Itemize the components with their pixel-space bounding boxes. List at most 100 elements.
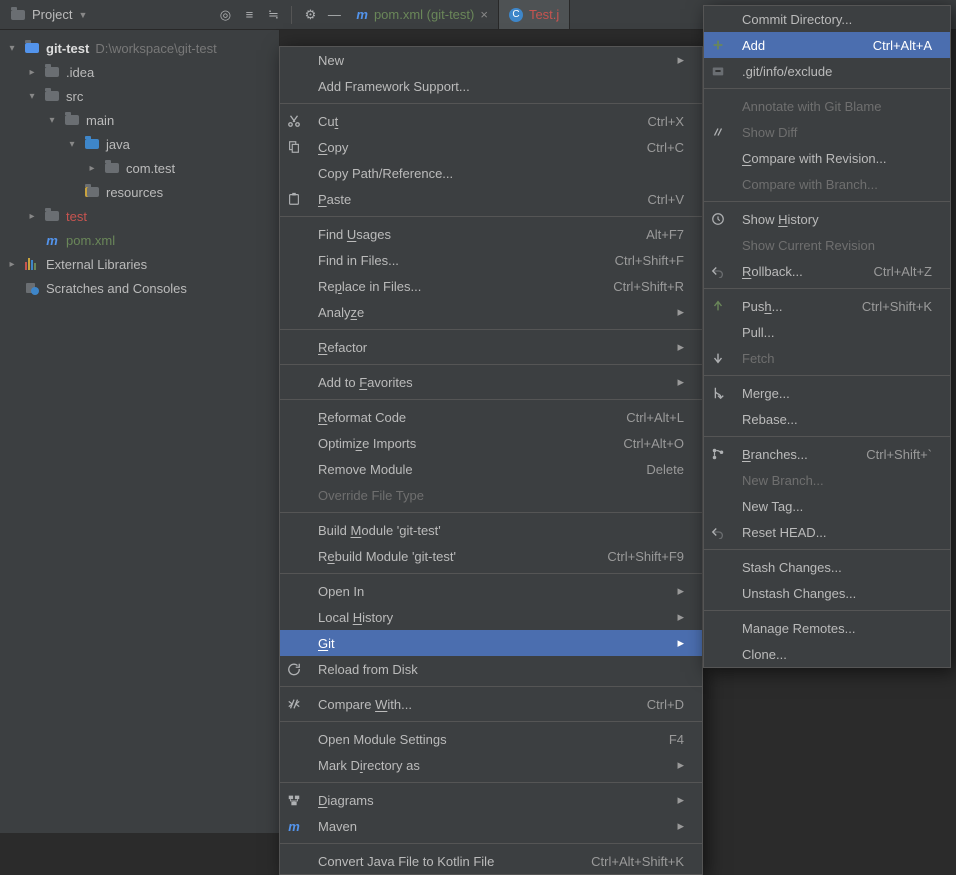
- menu-item-label: Build Module 'git-test': [318, 523, 684, 538]
- menu-item[interactable]: Local History▸: [280, 604, 702, 630]
- menu-item[interactable]: Find in Files...Ctrl+Shift+F: [280, 247, 702, 273]
- chevron-down-icon[interactable]: ▾: [26, 91, 38, 102]
- menu-item[interactable]: Merge...: [704, 380, 950, 406]
- menu-item[interactable]: Git▸: [280, 630, 702, 656]
- menu-item[interactable]: Commit Directory...: [704, 6, 950, 32]
- chevron-right-icon[interactable]: ▸: [86, 163, 98, 174]
- tree-node-label: main: [86, 113, 114, 128]
- chevron-down-icon[interactable]: ▾: [6, 43, 18, 54]
- tree-node-label: src: [66, 89, 83, 104]
- menu-item[interactable]: Convert Java File to Kotlin FileCtrl+Alt…: [280, 848, 702, 874]
- tree-node[interactable]: mpom.xml: [0, 228, 279, 252]
- menu-item[interactable]: Compare with Revision...: [704, 145, 950, 171]
- menu-item[interactable]: AddCtrl+Alt+A: [704, 32, 950, 58]
- menu-item[interactable]: Find UsagesAlt+F7: [280, 221, 702, 247]
- menu-item[interactable]: Refactor▸: [280, 334, 702, 360]
- tree-node-label: com.test: [126, 161, 175, 176]
- menu-item-label: Paste: [318, 192, 614, 207]
- menu-item[interactable]: Mark Directory as▸: [280, 752, 702, 778]
- menu-item[interactable]: Rebuild Module 'git-test'Ctrl+Shift+F9: [280, 543, 702, 569]
- menu-item[interactable]: Open Module SettingsF4: [280, 726, 702, 752]
- context-menu[interactable]: New▸Add Framework Support...CutCtrl+XCop…: [279, 46, 703, 875]
- menu-item-label: Mark Directory as: [318, 758, 657, 773]
- menu-item-label: Copy Path/Reference...: [318, 166, 684, 181]
- menu-item[interactable]: Reset HEAD...: [704, 519, 950, 545]
- folder-icon: [84, 136, 100, 152]
- project-tree[interactable]: ▾ git-test D:\workspace\git-test ▸ .idea ▾…: [0, 30, 280, 833]
- tree-node-label: .idea: [66, 65, 94, 80]
- menu-item-label: Diagrams: [318, 793, 657, 808]
- scratches-and-consoles[interactable]: Scratches and Consoles: [0, 276, 279, 300]
- menu-item[interactable]: Push...Ctrl+Shift+K: [704, 293, 950, 319]
- menu-separator: [280, 573, 702, 574]
- gear-icon[interactable]: ⚙: [300, 5, 320, 25]
- menu-item[interactable]: Rebase...: [704, 406, 950, 432]
- menu-item[interactable]: Pull...: [704, 319, 950, 345]
- menu-item[interactable]: Optimize ImportsCtrl+Alt+O: [280, 430, 702, 456]
- menu-item[interactable]: Stash Changes...: [704, 554, 950, 580]
- menu-item-label: Unstash Changes...: [742, 586, 932, 601]
- project-tool-button[interactable]: Project ▼: [4, 5, 93, 25]
- menu-item[interactable]: New Tag...: [704, 493, 950, 519]
- menu-item-shortcut: Delete: [622, 462, 684, 477]
- menu-item[interactable]: Compare With...Ctrl+D: [280, 691, 702, 717]
- target-icon[interactable]: ◎: [215, 5, 235, 25]
- menu-item[interactable]: Clone...: [704, 641, 950, 667]
- menu-item[interactable]: Reload from Disk: [280, 656, 702, 682]
- menu-item[interactable]: Remove ModuleDelete: [280, 456, 702, 482]
- menu-separator: [280, 782, 702, 783]
- tree-node-label: test: [66, 209, 87, 224]
- tree-node[interactable]: ▸ .idea: [0, 60, 279, 84]
- close-icon[interactable]: ×: [480, 7, 488, 22]
- tree-root-name: git-test: [46, 41, 89, 56]
- tab-test[interactable]: C Test.j: [499, 0, 570, 29]
- menu-item[interactable]: Open In▸: [280, 578, 702, 604]
- collapse-all-icon[interactable]: ≒: [263, 5, 283, 25]
- menu-item[interactable]: mMaven▸: [280, 813, 702, 839]
- tree-root[interactable]: ▾ git-test D:\workspace\git-test: [0, 36, 279, 60]
- menu-item[interactable]: .git/info/exclude: [704, 58, 950, 84]
- menu-separator: [704, 436, 950, 437]
- tree-node[interactable]: resources: [0, 180, 279, 204]
- git-submenu[interactable]: Commit Directory...AddCtrl+Alt+A .git/inf…: [703, 5, 951, 668]
- tree-node[interactable]: ▾ main: [0, 108, 279, 132]
- menu-item-label: Add: [742, 38, 839, 53]
- menu-item[interactable]: Diagrams▸: [280, 787, 702, 813]
- menu-item[interactable]: Analyze▸: [280, 299, 702, 325]
- chevron-right-icon[interactable]: ▸: [6, 259, 18, 270]
- external-libraries[interactable]: ▸ External Libraries: [0, 252, 279, 276]
- tree-node[interactable]: ▸ com.test: [0, 156, 279, 180]
- menu-item[interactable]: Rollback...Ctrl+Alt+Z: [704, 258, 950, 284]
- menu-item[interactable]: Add to Favorites▸: [280, 369, 702, 395]
- expand-all-icon[interactable]: ≡: [239, 5, 259, 25]
- menu-item[interactable]: PasteCtrl+V: [280, 186, 702, 212]
- menu-item[interactable]: CutCtrl+X: [280, 108, 702, 134]
- menu-item[interactable]: Copy Path/Reference...: [280, 160, 702, 186]
- submenu-arrow-icon: ▸: [667, 583, 684, 599]
- tree-node[interactable]: ▾java: [0, 132, 279, 156]
- menu-item-shortcut: Ctrl+Alt+Z: [849, 264, 932, 279]
- menu-item[interactable]: Add Framework Support...: [280, 73, 702, 99]
- menu-item-label: Manage Remotes...: [742, 621, 932, 636]
- menu-item[interactable]: Unstash Changes...: [704, 580, 950, 606]
- chevron-right-icon[interactable]: ▸: [26, 211, 38, 222]
- chevron-down-icon[interactable]: ▾: [66, 139, 78, 150]
- tree-node[interactable]: ▸ test: [0, 204, 279, 228]
- menu-item-label: .git/info/exclude: [742, 64, 932, 79]
- menu-item[interactable]: Branches...Ctrl+Shift+`: [704, 441, 950, 467]
- menu-item[interactable]: Manage Remotes...: [704, 615, 950, 641]
- menu-item-label: Refactor: [318, 340, 657, 355]
- chevron-right-icon[interactable]: ▸: [26, 67, 38, 78]
- menu-item[interactable]: Reformat CodeCtrl+Alt+L: [280, 404, 702, 430]
- minimize-icon[interactable]: —: [324, 5, 344, 25]
- menu-item[interactable]: New▸: [280, 47, 702, 73]
- folder-icon: [44, 64, 60, 80]
- menu-item[interactable]: Replace in Files...Ctrl+Shift+R: [280, 273, 702, 299]
- menu-item[interactable]: Show History: [704, 206, 950, 232]
- tree-node[interactable]: ▾ src: [0, 84, 279, 108]
- menu-item[interactable]: Build Module 'git-test': [280, 517, 702, 543]
- menu-item[interactable]: CopyCtrl+C: [280, 134, 702, 160]
- chevron-down-icon[interactable]: ▾: [46, 115, 58, 126]
- tab-pom[interactable]: m pom.xml (git-test) ×: [346, 0, 499, 29]
- menu-item-shortcut: Ctrl+Shift+K: [838, 299, 932, 314]
